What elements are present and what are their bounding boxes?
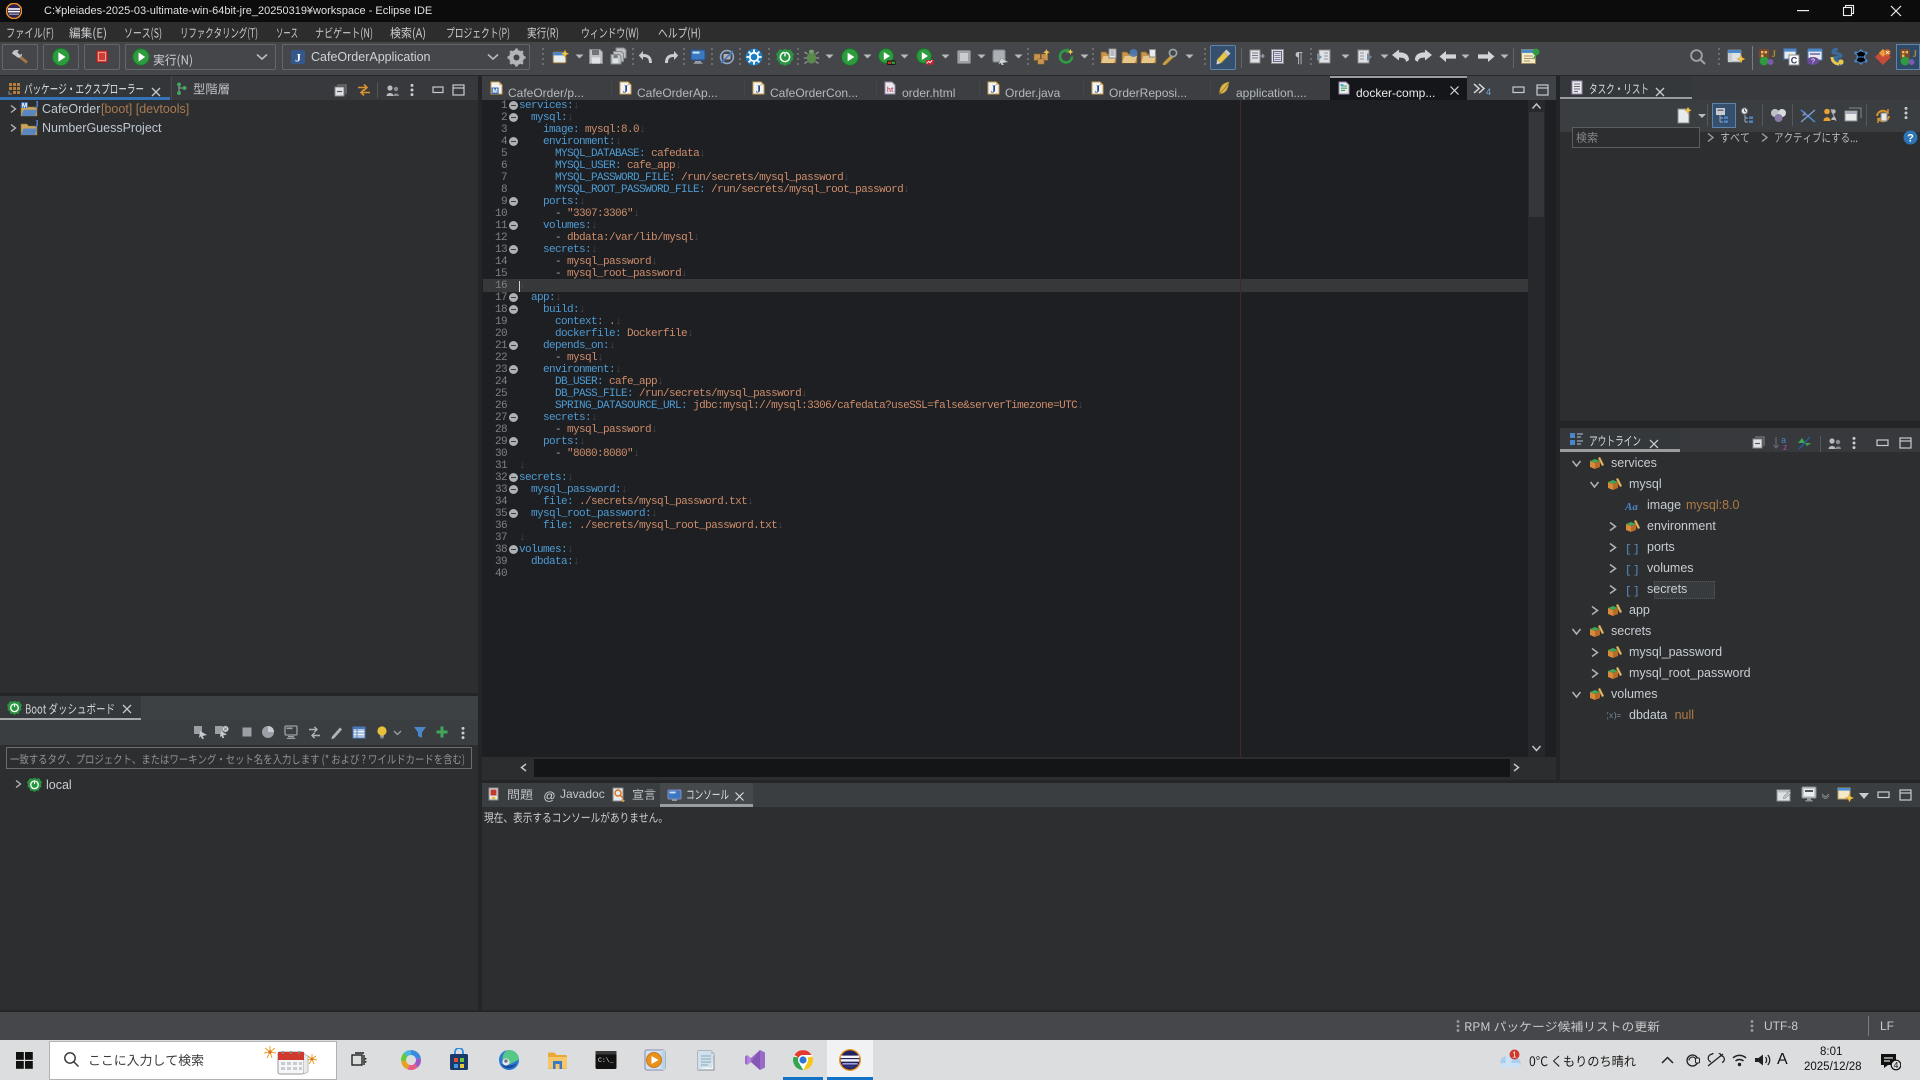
svg-text:J: J <box>34 101 38 111</box>
svg-text:C: C <box>1791 56 1798 66</box>
svg-text:J: J <box>295 51 301 65</box>
svg-text:J: J <box>1913 49 1918 59</box>
svg-text:¶: ¶ <box>1295 49 1303 65</box>
svg-text:[: [ <box>1625 565 1632 576</box>
svg-text:?: ? <box>1907 133 1914 145</box>
svg-text:@: @ <box>543 789 555 802</box>
svg-text:Aa: Aa <box>1625 501 1638 513</box>
svg-text:?: ? <box>1811 59 1815 66</box>
svg-text:M: M <box>22 102 27 109</box>
svg-text:[: [ <box>1625 586 1632 597</box>
svg-text:]: ] <box>1633 565 1640 576</box>
svg-text:J: J <box>34 120 38 130</box>
svg-text:ht: ht <box>887 87 894 94</box>
svg-text:z: z <box>1783 442 1788 451</box>
svg-text:J: J <box>623 85 628 96</box>
svg-text:M: M <box>492 88 497 95</box>
svg-text:(x)=: (x)= <box>1607 712 1621 721</box>
svg-text:J: J <box>991 85 996 96</box>
svg-text:]: ] <box>1633 544 1640 555</box>
svg-text:1: 1 <box>1512 1050 1517 1059</box>
svg-text:C:\_: C:\_ <box>598 1057 614 1064</box>
svg-text:4: 4 <box>1894 1060 1899 1070</box>
svg-text:]: ] <box>1633 586 1640 597</box>
svg-text:[: [ <box>1625 544 1632 555</box>
svg-text:4: 4 <box>1486 87 1491 96</box>
svg-text:J: J <box>1772 49 1777 59</box>
svg-text:J: J <box>756 85 761 96</box>
svg-text:J: J <box>1095 85 1100 96</box>
